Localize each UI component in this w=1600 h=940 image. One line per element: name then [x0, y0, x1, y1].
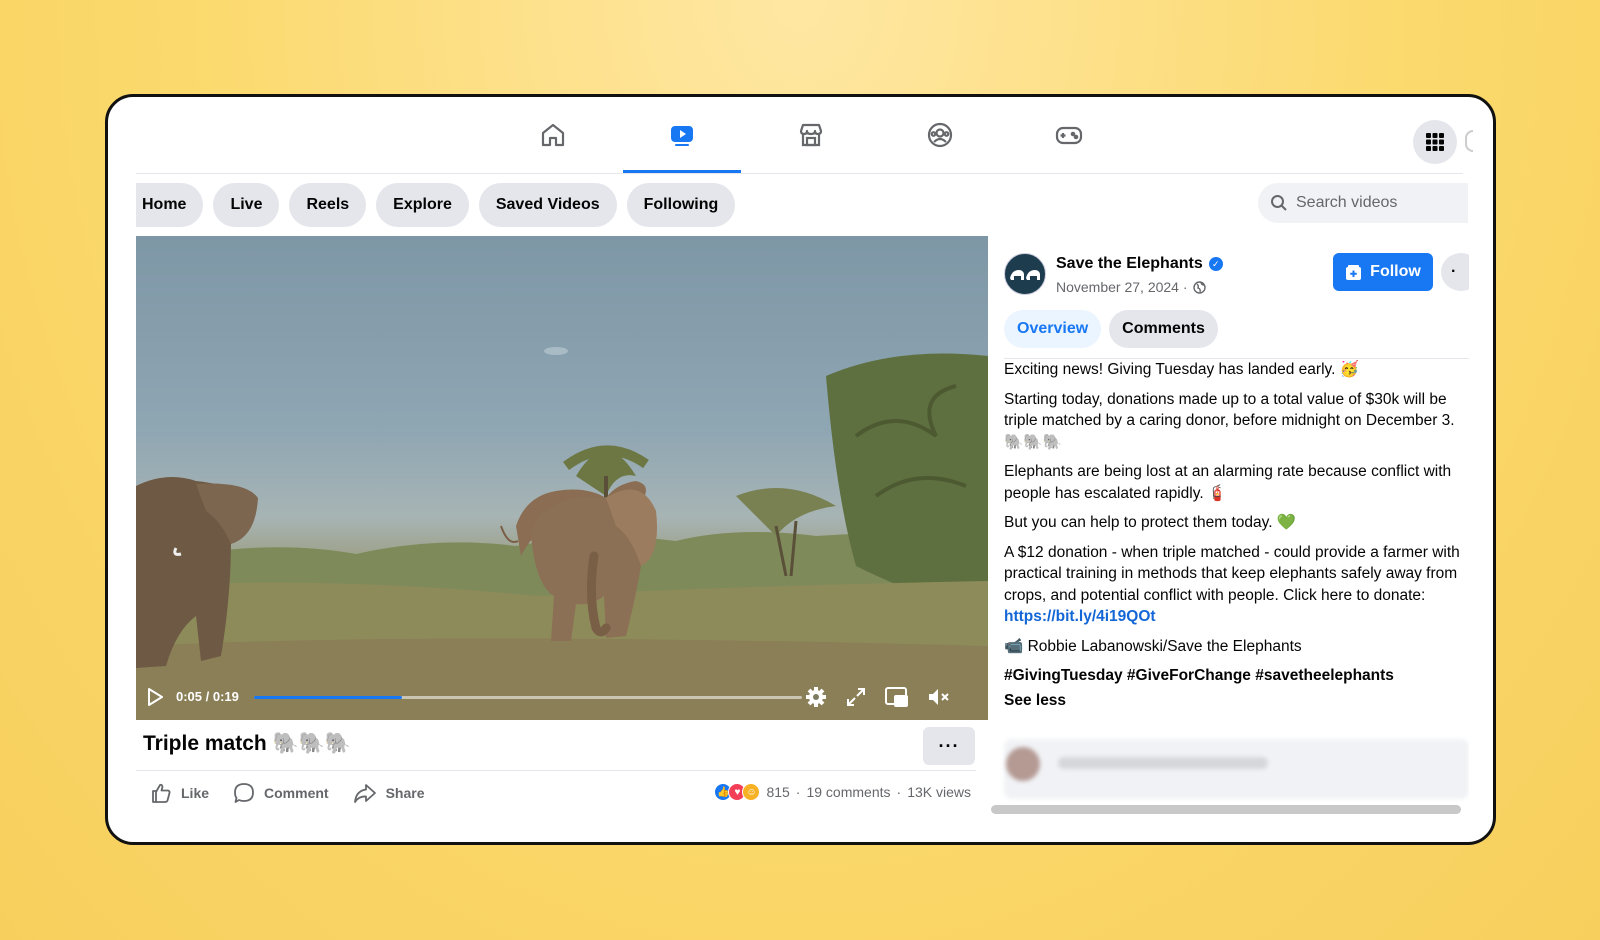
video-more-button[interactable]: ··· [923, 727, 975, 765]
post-paragraph-with-link: A $12 donation - when triple matched - c… [1004, 542, 1469, 628]
top-navigation [108, 97, 1493, 173]
see-less-link[interactable]: See less [1004, 690, 1469, 712]
post-paragraph: Starting today, donations made up to a t… [1004, 390, 1455, 451]
tab-comments[interactable]: Comments [1109, 310, 1218, 348]
nav-groups-tab[interactable] [881, 97, 999, 173]
search-box[interactable] [1258, 183, 1468, 223]
horizontal-scrollbar[interactable] [991, 805, 1461, 814]
video-controls: 0:05 / 0:19 [136, 674, 988, 720]
nav-home-tab[interactable] [494, 97, 612, 173]
hashtags[interactable]: #GivingTuesday #GiveForChange #savetheel… [1004, 665, 1469, 687]
browser-window: Home Live Reels Explore Saved Videos Fol… [105, 94, 1496, 845]
post-body: Exciting news! Giving Tuesday has landed… [1004, 359, 1469, 711]
mute-button[interactable] [926, 685, 952, 709]
post-paragraph: 📹 Robbie Labanowski/Save the Elephants [1004, 637, 1302, 655]
tab-overview[interactable]: Overview [1004, 310, 1102, 348]
post-more-button[interactable]: · [1441, 253, 1469, 291]
page-avatar[interactable] [1004, 253, 1046, 295]
settings-button[interactable] [804, 685, 828, 709]
profile-avatar[interactable] [1465, 130, 1473, 152]
like-button[interactable]: Like [150, 778, 209, 808]
care-reaction-icon: ☺ [742, 783, 761, 801]
reaction-icons[interactable]: 👍 ♥ ☺ [714, 783, 761, 801]
video-player[interactable]: 0:05 / 0:19 [136, 236, 988, 720]
blurred-comment-text [1058, 757, 1268, 769]
page-name-row: Save the Elephants ✓ [1056, 255, 1223, 273]
comment-label: Comment [264, 785, 329, 801]
play-button[interactable] [144, 686, 166, 708]
groups-icon [927, 122, 953, 148]
marketplace-icon [799, 123, 823, 147]
follow-label: Follow [1370, 263, 1421, 280]
post-paragraph: Exciting news! Giving Tuesday has landed… [1004, 361, 1360, 378]
fullscreen-icon [847, 688, 865, 706]
video-actions: Like Comment Share [150, 778, 425, 808]
donate-link[interactable]: https://bit.ly/4i19QOt [1004, 608, 1156, 625]
chip-live[interactable]: Live [213, 183, 280, 227]
chip-following[interactable]: Following [626, 183, 736, 227]
search-input[interactable] [1296, 194, 1456, 212]
menu-button[interactable] [1413, 120, 1457, 164]
title-divider [136, 770, 976, 771]
thumbs-up-icon [152, 783, 171, 803]
chip-explore[interactable]: Explore [376, 183, 469, 227]
chip-home[interactable]: Home [136, 183, 204, 227]
share-button[interactable]: Share [353, 778, 425, 808]
search-icon [1271, 195, 1287, 211]
fullscreen-button[interactable] [844, 685, 868, 709]
gaming-icon [1055, 126, 1083, 145]
picture-in-picture-button[interactable] [882, 685, 910, 709]
chip-reels[interactable]: Reels [289, 183, 367, 227]
comment-count[interactable]: 19 comments [806, 784, 890, 800]
comment-button[interactable]: Comment [233, 778, 329, 808]
picture-in-picture-icon [885, 687, 908, 707]
follow-button[interactable]: Follow [1333, 253, 1433, 291]
video-frame-image [136, 347, 988, 720]
stats-separator: · [795, 784, 801, 800]
engagement-stats: 👍 ♥ ☺ 815 · 19 comments · 13K views [714, 783, 971, 801]
verified-badge-icon: ✓ [1208, 257, 1223, 271]
home-icon [541, 123, 565, 147]
muted-speaker-icon [929, 689, 949, 705]
like-label: Like [181, 785, 210, 801]
video-title: Triple match 🐘🐘🐘 [143, 732, 351, 755]
play-icon [148, 688, 163, 706]
video-time: 0:05 / 0:19 [176, 689, 239, 704]
blurred-comment-box [1004, 739, 1469, 799]
commenter-avatar [1006, 747, 1040, 781]
chip-saved-videos[interactable]: Saved Videos [478, 183, 617, 227]
post-paragraph: But you can help to protect them today. … [1004, 514, 1297, 531]
post-paragraph: Elephants are being lost at an alarming … [1004, 463, 1452, 502]
nav-divider [136, 173, 1463, 174]
nav-marketplace-tab[interactable] [752, 97, 870, 173]
progress-bar[interactable] [254, 696, 802, 699]
grid-menu-icon [1426, 133, 1444, 151]
progress-bar-fill [254, 696, 402, 699]
post-panel: Save the Elephants ✓ November 27, 2024 ·… [988, 236, 1469, 802]
follow-page-icon [1346, 264, 1362, 280]
post-date[interactable]: November 27, 2024 · [1056, 279, 1188, 295]
post-meta: November 27, 2024 · [1056, 279, 1206, 295]
video-category-chips: Home Live Reels Explore Saved Videos Fol… [136, 183, 736, 227]
nav-video-tab[interactable] [623, 97, 741, 173]
video-icon [671, 126, 693, 146]
share-icon [353, 784, 376, 803]
post-tabs: Overview Comments [1004, 310, 1218, 348]
view-count: 13K views [907, 784, 971, 800]
globe-icon [1192, 280, 1206, 294]
reaction-count[interactable]: 815 [766, 784, 789, 800]
comment-icon [234, 783, 254, 803]
stats-separator: · [896, 784, 902, 800]
gear-icon [806, 687, 826, 707]
share-label: Share [385, 785, 425, 801]
page-name[interactable]: Save the Elephants [1056, 255, 1203, 273]
post-paragraph: A $12 donation - when triple matched - c… [1004, 543, 1460, 604]
nav-gaming-tab[interactable] [1010, 97, 1128, 173]
elephant-logo-icon [1010, 270, 1040, 280]
